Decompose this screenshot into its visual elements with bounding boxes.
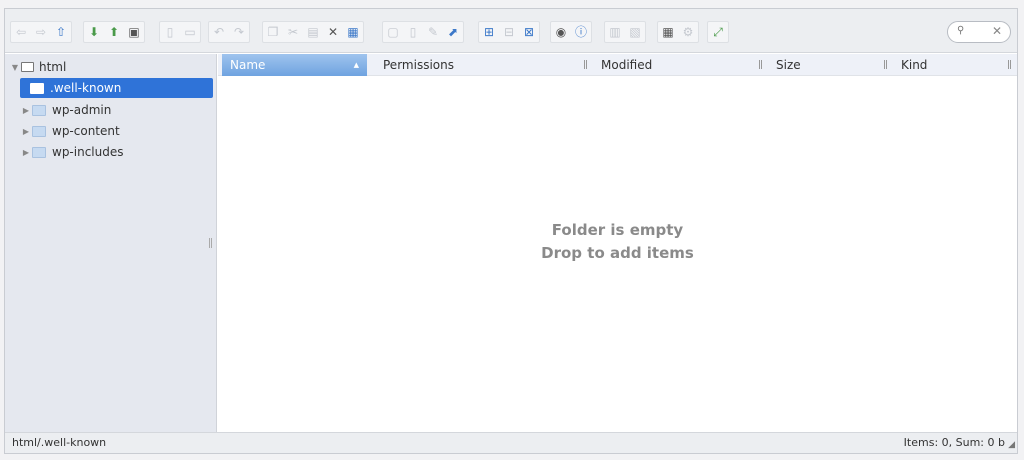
- column-modified[interactable]: Modified: [593, 54, 768, 76]
- rename-icon[interactable]: ▯: [403, 22, 423, 42]
- tree-item-wp-content[interactable]: ▶ wp-content: [20, 121, 210, 141]
- column-label: Permissions: [383, 58, 454, 72]
- settings-icon[interactable]: ⚙: [678, 22, 698, 42]
- tree-item-label: wp-includes: [52, 145, 124, 159]
- upload-icon[interactable]: ⬆: [104, 22, 124, 42]
- toolbar-group: ▢ ▯ ✎ ⬈: [382, 21, 464, 43]
- drive-icon: [21, 62, 34, 72]
- toolbar-group: ⊞ ⊟ ⊠: [478, 21, 540, 43]
- expand-arrow-icon[interactable]: ▶: [20, 148, 32, 157]
- toolbar-group: ⤢: [707, 21, 729, 43]
- sort-ascending-icon: ▲: [353, 61, 359, 69]
- folder-icon: [32, 104, 46, 116]
- search-box[interactable]: ⚲ ✕: [947, 21, 1011, 43]
- status-bar: html/.well-known Items: 0, Sum: 0 b ◢: [5, 432, 1017, 453]
- tree-item-label: wp-admin: [52, 103, 112, 117]
- empty-message-hint: Drop to add items: [541, 244, 694, 262]
- search-icon: ⚲: [957, 25, 965, 36]
- save-icon[interactable]: ▣: [124, 22, 144, 42]
- download-icon[interactable]: ⬇: [84, 22, 104, 42]
- list-view-icon[interactable]: ⊟: [499, 22, 519, 42]
- fullscreen-icon[interactable]: ⤢: [708, 22, 728, 42]
- file-manager-window: ⚲ ✕ ⇦ ⇨ ⇧ ⬇ ⬆ ▣ ▯ ▭ ↶ ↷ ❐ ✂ ▤ ✕ ▦ ▢ ▯ ✎ ⬈ ⊞ ⊟ ⊠ ◉ ⓘ ▥ ▧ ▦ ⚙ ⤢ ▼ html…: [4, 8, 1018, 454]
- details-view-icon[interactable]: ⊠: [519, 22, 539, 42]
- up-icon[interactable]: ⇧: [51, 22, 71, 42]
- extract-icon[interactable]: ▥: [605, 22, 625, 42]
- resize-corner-icon[interactable]: ◢: [1008, 440, 1015, 450]
- delete-icon[interactable]: ✕: [323, 22, 343, 42]
- redo-icon[interactable]: ↷: [229, 22, 249, 42]
- column-resize-handle[interactable]: [1008, 60, 1011, 69]
- toolbar-group: ↶ ↷: [208, 21, 250, 43]
- column-label: Kind: [901, 58, 928, 72]
- column-kind[interactable]: Kind: [893, 54, 1017, 76]
- cut-icon[interactable]: ✂: [283, 22, 303, 42]
- tree-item-html[interactable]: ▼ html: [9, 57, 209, 77]
- toolbar-group: ⬇ ⬆ ▣: [83, 21, 145, 43]
- toolbar-group: ⇦ ⇨ ⇧: [10, 21, 72, 43]
- copy-icon[interactable]: ❐: [263, 22, 283, 42]
- expand-arrow-icon[interactable]: ▶: [20, 106, 32, 115]
- column-name[interactable]: Name ▲: [222, 54, 367, 76]
- preview-icon[interactable]: ◉: [551, 22, 571, 42]
- tree-item-label: wp-content: [52, 124, 120, 138]
- toolbar-group: ▦ ⚙: [657, 21, 699, 43]
- empty-folder-message: Folder is empty Drop to add items: [218, 219, 1017, 265]
- column-permissions[interactable]: Permissions: [375, 54, 593, 76]
- search-input[interactable]: [968, 24, 988, 40]
- current-path: html/.well-known: [12, 436, 107, 449]
- info-icon[interactable]: ⓘ: [571, 22, 591, 42]
- items-summary: Items: 0, Sum: 0 b: [903, 436, 1005, 449]
- trash-icon[interactable]: ▦: [343, 22, 363, 42]
- tree-item-label: html: [39, 60, 67, 74]
- column-resize-handle[interactable]: [584, 60, 587, 69]
- column-label: Modified: [601, 58, 653, 72]
- folder-icon: [32, 146, 46, 158]
- folder-tree: ▼ html .well-known ▶ wp-admin ▶ wp-conte…: [5, 54, 217, 432]
- file-list-pane: Name ▲ Permissions Modified Size Kind Fo…: [218, 54, 1017, 432]
- folder-icon: [30, 82, 44, 94]
- open-icon[interactable]: ▯: [160, 22, 180, 42]
- paste-icon[interactable]: ▤: [303, 22, 323, 42]
- toolbar-group: ◉ ⓘ: [550, 21, 592, 43]
- column-header: Name ▲ Permissions Modified Size Kind: [218, 54, 1017, 76]
- archive-icon[interactable]: ▧: [625, 22, 645, 42]
- tree-item-wp-admin[interactable]: ▶ wp-admin: [20, 100, 210, 120]
- tree-item-well-known[interactable]: .well-known: [20, 78, 213, 98]
- select-all-icon[interactable]: ▦: [658, 22, 678, 42]
- clear-search-icon[interactable]: ✕: [992, 24, 1002, 38]
- toolbar: ⚲ ✕ ⇦ ⇨ ⇧ ⬇ ⬆ ▣ ▯ ▭ ↶ ↷ ❐ ✂ ▤ ✕ ▦ ▢ ▯ ✎ ⬈ ⊞ ⊟ ⊠ ◉ ⓘ ▥ ▧ ▦ ⚙ ⤢: [5, 9, 1017, 53]
- column-resize-handle[interactable]: [884, 60, 887, 69]
- toolbar-group: ▯ ▭: [159, 21, 201, 43]
- column-label: Size: [776, 58, 801, 72]
- save-disabled-icon[interactable]: ▭: [180, 22, 200, 42]
- forward-icon[interactable]: ⇨: [31, 22, 51, 42]
- empty-message-title: Folder is empty: [551, 221, 684, 239]
- resize-icon[interactable]: ⬈: [443, 22, 463, 42]
- tree-item-label: .well-known: [50, 81, 122, 95]
- column-size[interactable]: Size: [768, 54, 893, 76]
- column-label: Name: [230, 58, 266, 72]
- toolbar-group: ▥ ▧: [604, 21, 646, 43]
- toolbar-group: ❐ ✂ ▤ ✕ ▦: [262, 21, 364, 43]
- expand-arrow-icon[interactable]: ▶: [20, 127, 32, 136]
- tree-item-wp-includes[interactable]: ▶ wp-includes: [20, 142, 210, 162]
- edit-icon[interactable]: ✎: [423, 22, 443, 42]
- duplicate-icon[interactable]: ▢: [383, 22, 403, 42]
- sidebar-resize-handle[interactable]: [209, 238, 212, 248]
- folder-icon: [32, 125, 46, 137]
- column-resize-handle[interactable]: [759, 60, 762, 69]
- icons-view-icon[interactable]: ⊞: [479, 22, 499, 42]
- undo-icon[interactable]: ↶: [209, 22, 229, 42]
- collapse-arrow-icon[interactable]: ▼: [9, 63, 21, 72]
- back-icon[interactable]: ⇦: [11, 22, 31, 42]
